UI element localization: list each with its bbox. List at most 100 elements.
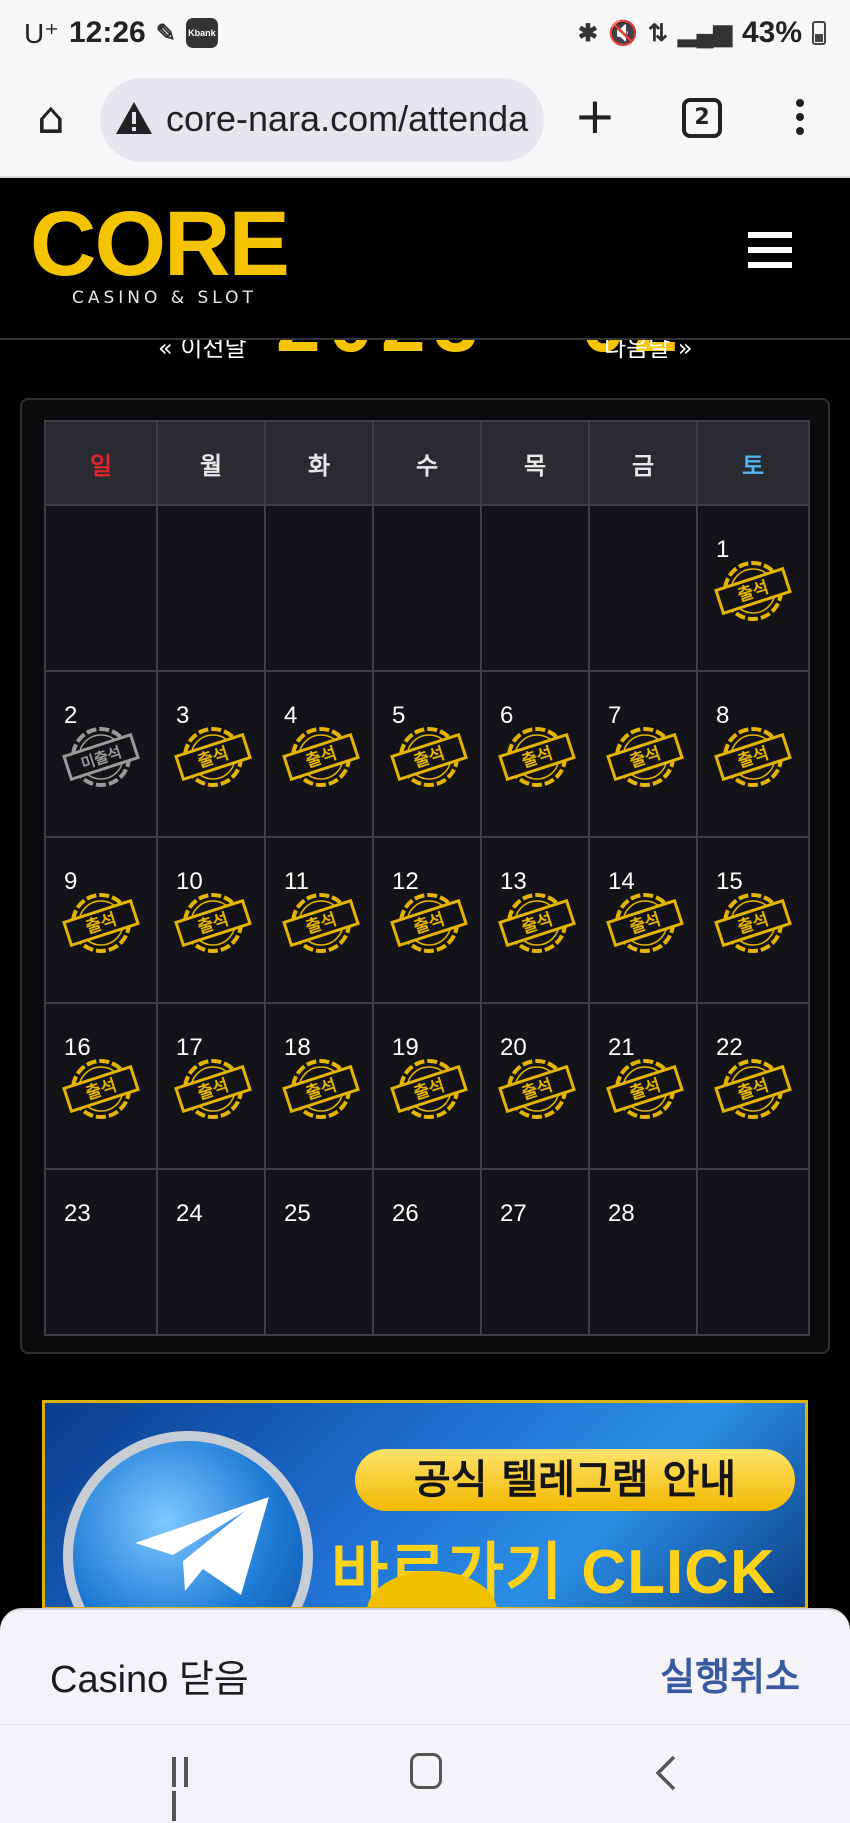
snackbar-message: Casino 닫음 [50, 1659, 249, 1701]
day-number: 27 [500, 1200, 527, 1227]
browser-menu-icon[interactable] [784, 94, 816, 144]
missed-stamp-icon: 미출석 [62, 727, 140, 787]
back-icon[interactable] [650, 1753, 684, 1793]
day-cell: 25 [264, 1168, 374, 1336]
clock: 12:26 [69, 16, 146, 49]
5g-signal-icon: ⇅ [647, 19, 669, 47]
calendar-week-row: 2 미출석 3 출석 4 출석 5 출석 6 출석 7 출석 8 출석 [44, 670, 810, 838]
mute-icon: 🔇 [608, 19, 638, 47]
day-cell: 6 출석 [480, 670, 590, 838]
day-number: 25 [284, 1200, 311, 1227]
weekday-header: 일 [44, 420, 158, 506]
battery-icon [812, 21, 826, 45]
attended-stamp-icon: 출석 [282, 727, 360, 787]
day-cell: 3 출석 [156, 670, 266, 838]
day-cell: 14 출석 [588, 836, 698, 1004]
day-cell: 5 출석 [372, 670, 482, 838]
attended-stamp-icon: 출석 [282, 893, 360, 953]
attended-stamp-icon: 출석 [714, 561, 792, 621]
recents-icon[interactable] [172, 1757, 206, 1821]
month-navigation: « 이전달 2023 - 02 다음달 » [0, 340, 850, 366]
weekday-header: 금 [588, 420, 698, 506]
core-logo[interactable]: CORE CASINO & SLOT [30, 193, 290, 314]
attended-stamp-icon: 출석 [606, 1059, 684, 1119]
warning-icon[interactable] [114, 98, 154, 138]
day-cell: 18 출석 [264, 1002, 374, 1170]
day-cell: 17 출석 [156, 1002, 266, 1170]
empty-day-cell [264, 504, 374, 672]
carrier-label: U⁺ [24, 17, 59, 49]
day-cell: 13 출석 [480, 836, 590, 1004]
status-bar: U⁺ 12:26 ✎ Kbank ✱ 🔇 ⇅ ▂▄▆ 43% [0, 0, 850, 72]
day-cell: 8 출석 [696, 670, 810, 838]
attended-stamp-icon: 출석 [714, 1059, 792, 1119]
home-nav-icon[interactable] [410, 1753, 442, 1789]
attended-stamp-icon: 출석 [390, 893, 468, 953]
new-tab-button[interactable]: + [574, 86, 616, 146]
attended-stamp-icon: 출석 [498, 1059, 576, 1119]
day-cell: 26 [372, 1168, 482, 1336]
home-icon[interactable]: ⌂ [26, 94, 76, 144]
calendar-week-row: 1 출석 [44, 504, 810, 672]
day-cell: 20 출석 [480, 1002, 590, 1170]
bluetooth-icon: ✱ [577, 19, 599, 47]
empty-day-cell [696, 1168, 810, 1336]
hamburger-menu-icon[interactable] [748, 232, 792, 272]
empty-day-cell [156, 504, 266, 672]
attended-stamp-icon: 출석 [714, 727, 792, 787]
day-cell: 22 출석 [696, 1002, 810, 1170]
address-bar[interactable]: core-nara.com/attenda [100, 78, 544, 162]
attended-stamp-icon: 출석 [282, 1059, 360, 1119]
attended-stamp-icon: 출석 [498, 893, 576, 953]
day-cell: 19 출석 [372, 1002, 482, 1170]
browser-toolbar: ⌂ core-nara.com/attenda + 2 [0, 72, 850, 178]
telegram-plane-icon [135, 1497, 269, 1595]
day-cell: 21 출석 [588, 1002, 698, 1170]
banner-headline: 공식 텔레그램 안내 [355, 1449, 795, 1511]
day-number: 23 [64, 1200, 91, 1227]
day-cell: 7 출석 [588, 670, 698, 838]
attended-stamp-icon: 출석 [714, 893, 792, 953]
weekday-header: 목 [480, 420, 590, 506]
day-cell: 4 출석 [264, 670, 374, 838]
url-text[interactable]: core-nara.com/attenda [166, 98, 528, 140]
attended-stamp-icon: 출석 [174, 1059, 252, 1119]
calendar-week-row: 23 24 25 26 27 28 [44, 1168, 810, 1336]
attendance-calendar: 일월화수목금토 1 출석 2 미출석 3 출석 4 출석 5 출석 6 출석 7 출석 8 출석 9 출석 10 출석… [20, 398, 830, 1354]
logo-wordmark: CORE [30, 193, 290, 295]
pen-icon: ✎ [155, 19, 176, 47]
snackbar: Casino 닫음 실행취소 [0, 1608, 850, 1724]
battery-percent: 43% [741, 16, 802, 49]
tab-switcher-button[interactable]: 2 [682, 98, 722, 138]
day-cell: 24 [156, 1168, 266, 1336]
telegram-logo [63, 1431, 313, 1607]
day-cell: 16 출석 [44, 1002, 158, 1170]
empty-day-cell [588, 504, 698, 672]
weekday-header: 화 [264, 420, 374, 506]
telegram-banner[interactable]: 공식 텔레그램 안내 바로가기 CLICK [42, 1400, 808, 1610]
attended-stamp-icon: 출석 [62, 893, 140, 953]
undo-button[interactable]: 실행취소 [660, 1646, 800, 1701]
attended-stamp-icon: 출석 [390, 727, 468, 787]
calendar-grid: 일월화수목금토 1 출석 2 미출석 3 출석 4 출석 5 출석 6 출석 7 출석 8 출석 9 출석 10 출석… [44, 420, 810, 1336]
day-cell: 12 출석 [372, 836, 482, 1004]
day-cell: 28 [588, 1168, 698, 1336]
prev-month-link[interactable]: « 이전달 [158, 340, 247, 363]
day-number: 28 [608, 1200, 635, 1227]
next-month-link[interactable]: 다음달 » [604, 340, 693, 363]
empty-day-cell [480, 504, 590, 672]
calendar-week-row: 9 출석 10 출석 11 출석 12 출석 13 출석 14 출석 15 출석 [44, 836, 810, 1004]
weekday-header: 토 [696, 420, 810, 506]
day-cell: 2 미출석 [44, 670, 158, 838]
day-cell: 11 출석 [264, 836, 374, 1004]
attended-stamp-icon: 출석 [62, 1059, 140, 1119]
day-number: 26 [392, 1200, 419, 1227]
weekday-header: 수 [372, 420, 482, 506]
attended-stamp-icon: 출석 [606, 893, 684, 953]
day-cell: 9 출석 [44, 836, 158, 1004]
attended-stamp-icon: 출석 [174, 893, 252, 953]
system-navigation-bar [0, 1724, 850, 1823]
weekday-header: 월 [156, 420, 266, 506]
day-cell: 1 출석 [696, 504, 810, 672]
attended-stamp-icon: 출석 [390, 1059, 468, 1119]
